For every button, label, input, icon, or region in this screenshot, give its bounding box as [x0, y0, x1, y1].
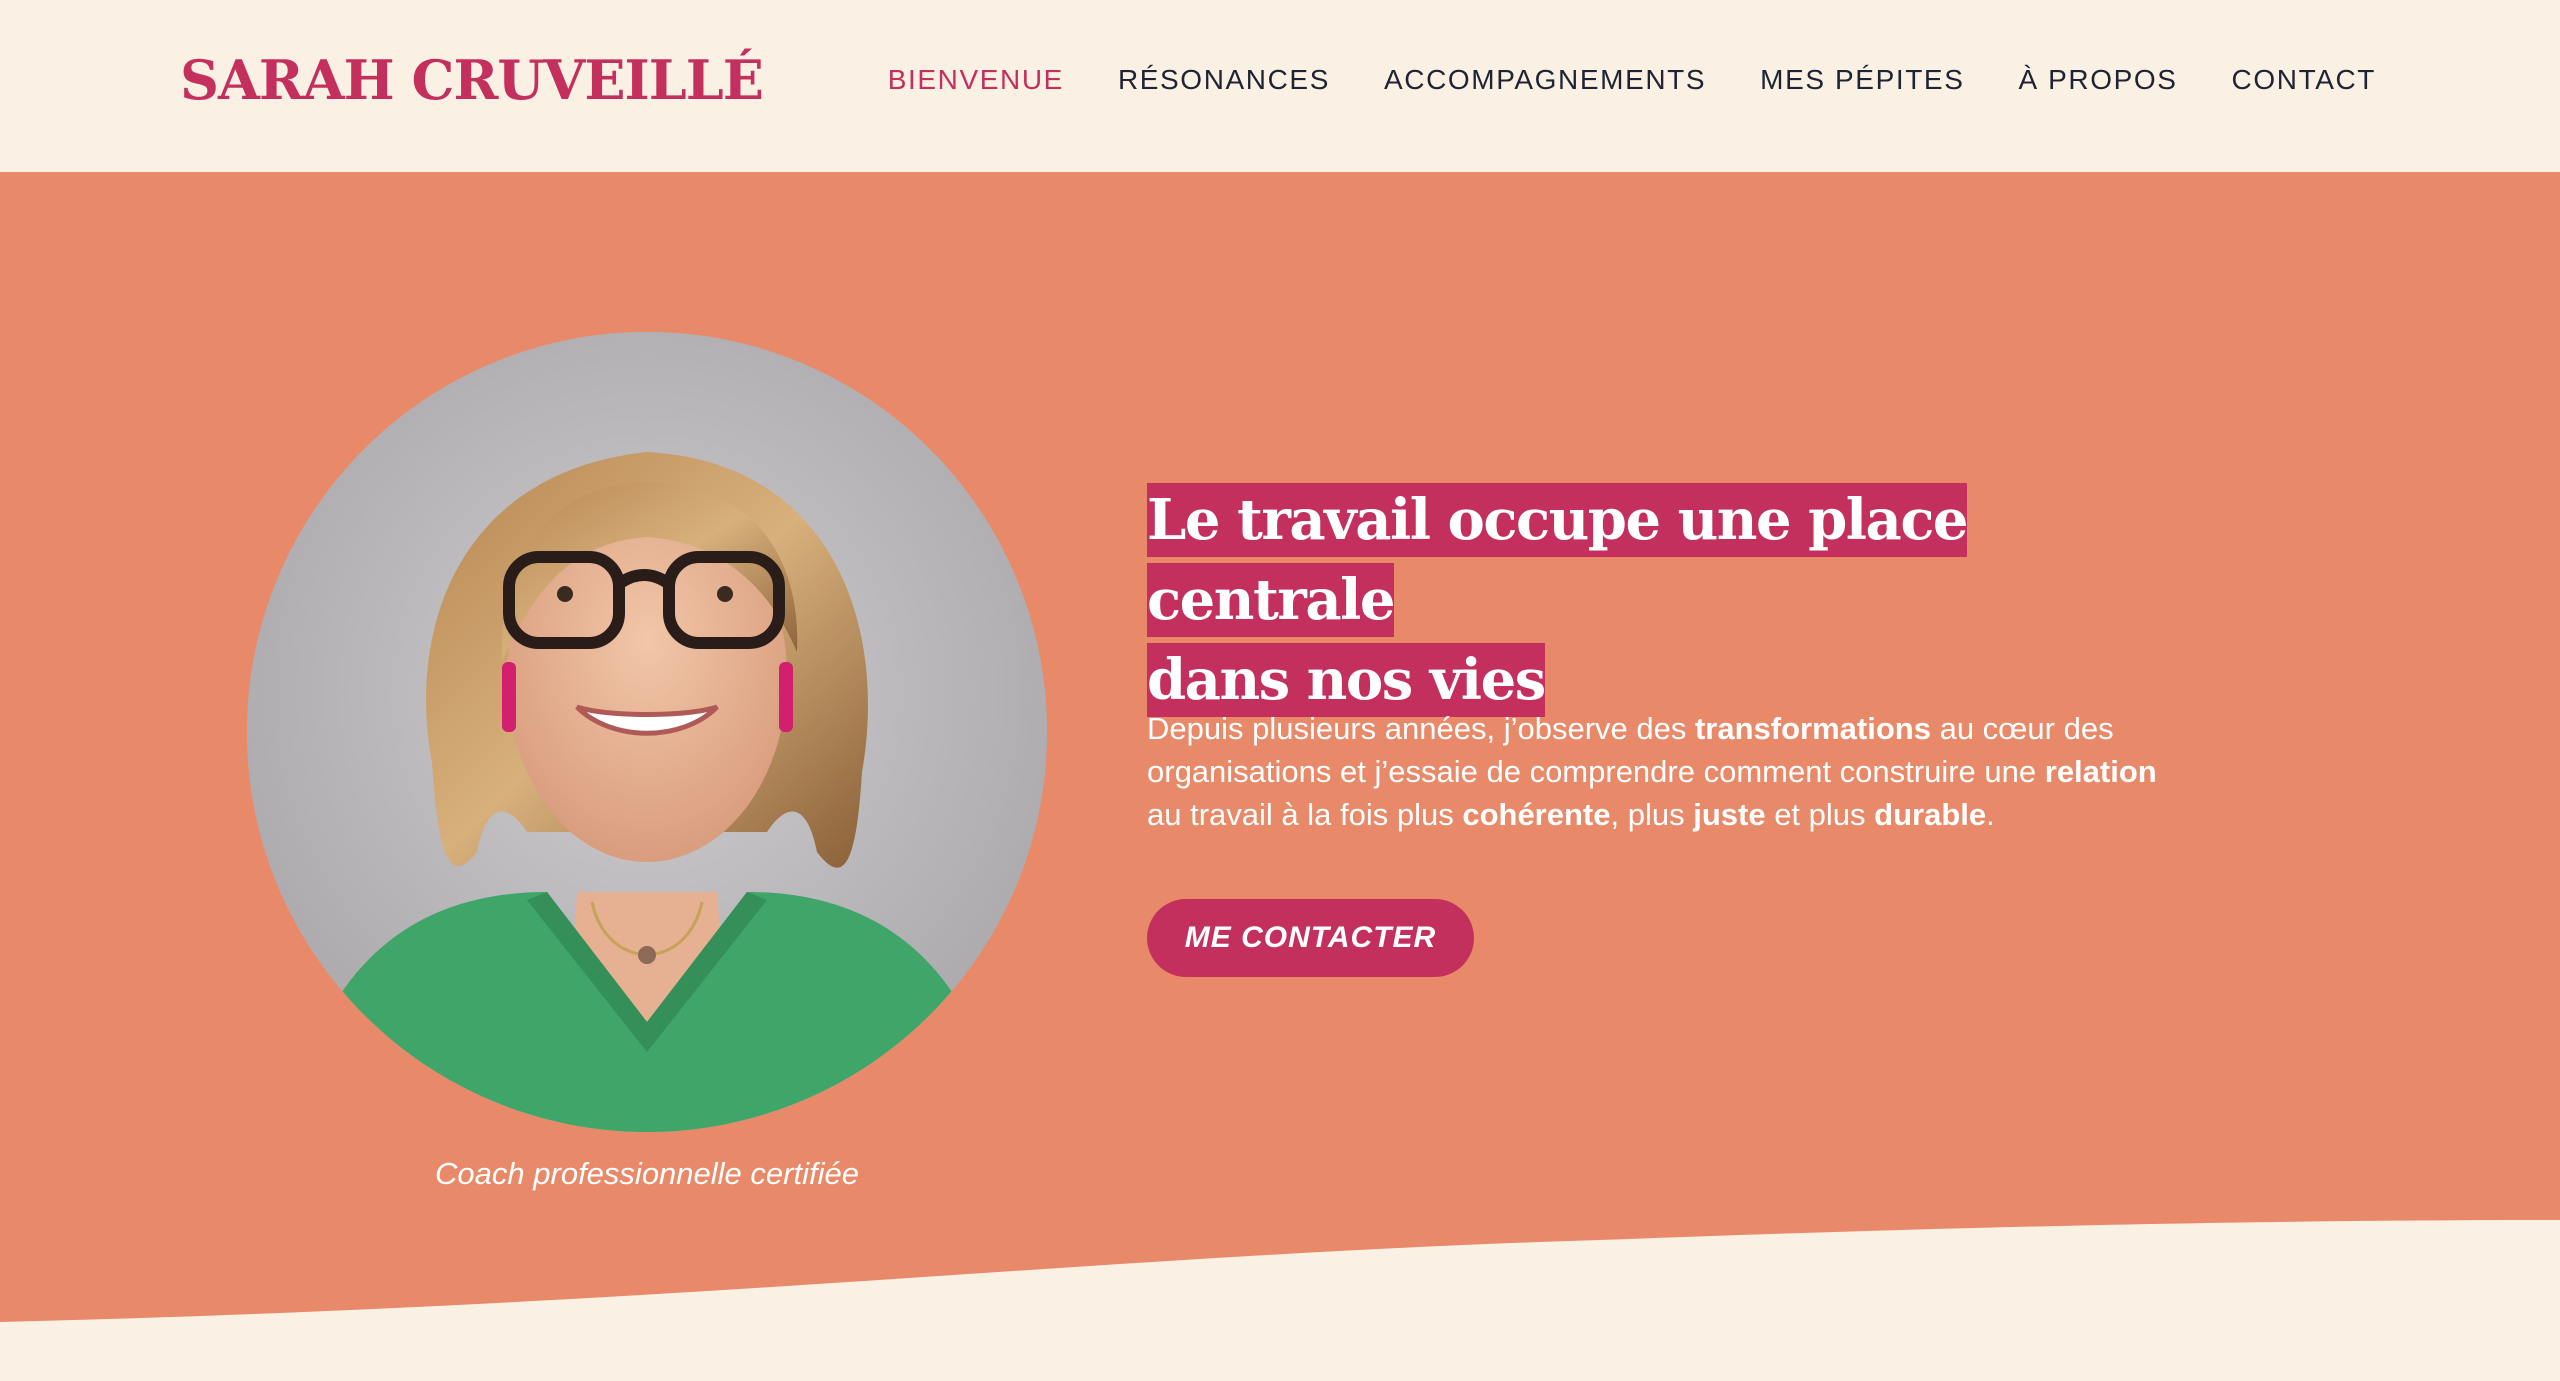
intro-emphasis: durable [1874, 797, 1987, 832]
intro-emphasis: relation [2044, 754, 2157, 789]
hero-intro: Depuis plusieurs années, j’observe des t… [1147, 707, 2157, 836]
site-header: SARAH CRUVEILLÉ BIENVENUE RÉSONANCES ACC… [0, 0, 2560, 172]
nav-item-contact[interactable]: CONTACT [2232, 60, 2376, 100]
intro-text: Depuis plusieurs années, j’observe des [1147, 711, 1695, 746]
nav-item-mes-pepites[interactable]: MES PÉPITES [1760, 60, 1964, 100]
wave-divider [0, 1220, 2560, 1381]
intro-emphasis: transformations [1694, 711, 1931, 746]
intro-text: et plus [1765, 797, 1875, 832]
nav-item-bienvenue[interactable]: BIENVENUE [888, 60, 1064, 100]
portrait-photo [247, 332, 1047, 1132]
site-logo[interactable]: SARAH CRUVEILLÉ [180, 44, 764, 116]
nav-item-accompagnements[interactable]: ACCOMPAGNEMENTS [1384, 60, 1706, 100]
headline-line-1: Le travail occupe une place centrale [1147, 483, 1969, 637]
headline-line-2: dans nos vies [1147, 643, 1546, 717]
intro-text: . [1986, 797, 1995, 832]
intro-text: au travail à la fois plus [1147, 797, 1463, 832]
hero-headline: Le travail occupe une place centrale dans… [1147, 480, 2147, 720]
intro-text: , plus [1610, 797, 1694, 832]
main-nav: BIENVENUE RÉSONANCES ACCOMPAGNEMENTS MES… [888, 60, 2376, 100]
nav-item-a-propos[interactable]: À PROPOS [2018, 60, 2177, 100]
contact-cta-button[interactable]: ME CONTACTER [1147, 899, 1474, 977]
portrait-caption: Coach professionnelle certifiée [435, 1156, 859, 1191]
intro-emphasis: cohérente [1462, 797, 1611, 832]
nav-item-resonances[interactable]: RÉSONANCES [1118, 60, 1330, 100]
intro-emphasis: juste [1693, 797, 1766, 832]
